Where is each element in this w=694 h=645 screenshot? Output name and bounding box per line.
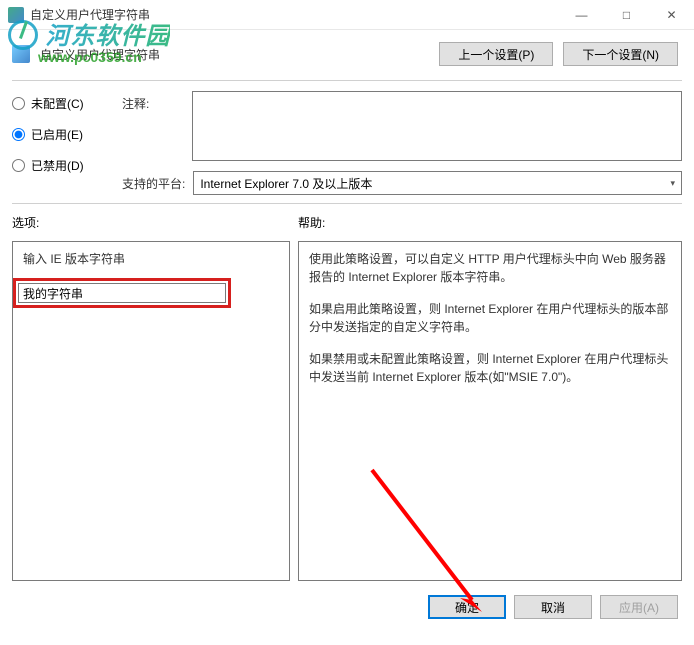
minimize-button[interactable]: — [559, 0, 604, 30]
app-icon [8, 7, 24, 23]
help-paragraph-1: 使用此策略设置，可以自定义 HTTP 用户代理标头中向 Web 服务器报告的 I… [309, 250, 671, 286]
platform-dropdown[interactable]: Internet Explorer 7.0 及以上版本 ▾ [193, 171, 682, 195]
radio-not-configured-input[interactable] [12, 97, 25, 110]
ok-button[interactable]: 确定 [428, 595, 506, 619]
help-paragraph-3: 如果禁用或未配置此策略设置，则 Internet Explorer 在用户代理标… [309, 350, 671, 386]
config-area: 未配置(C) 已启用(E) 已禁用(D) 注释: 支持的平台: Internet… [0, 81, 694, 203]
chevron-down-icon: ▾ [670, 178, 675, 189]
section-labels: 选项: 帮助: [0, 204, 694, 235]
options-panel: 输入 IE 版本字符串 [12, 241, 290, 581]
help-paragraph-2: 如果启用此策略设置，则 Internet Explorer 在用户代理标头的版本… [309, 300, 671, 336]
comment-textarea[interactable] [192, 91, 682, 161]
previous-setting-button[interactable]: 上一个设置(P) [439, 42, 553, 66]
radio-group: 未配置(C) 已启用(E) 已禁用(D) [12, 91, 104, 195]
cancel-button[interactable]: 取消 [514, 595, 592, 619]
close-button[interactable]: ✕ [649, 0, 694, 30]
header-row: 自定义用户代理字符串 上一个设置(P) 下一个设置(N) [0, 30, 694, 80]
maximize-button[interactable]: □ [604, 0, 649, 30]
radio-disabled-label: 已禁用(D) [31, 157, 84, 174]
comment-label: 注释: [122, 91, 184, 112]
highlighted-input-wrapper [13, 278, 231, 308]
ie-version-label: 输入 IE 版本字符串 [23, 250, 279, 268]
titlebar: 自定义用户代理字符串 — □ ✕ [0, 0, 694, 30]
radio-not-configured[interactable]: 未配置(C) [12, 95, 104, 112]
platform-row: 支持的平台: Internet Explorer 7.0 及以上版本 ▾ [122, 171, 682, 195]
policy-title: 自定义用户代理字符串 [40, 46, 429, 63]
radio-enabled-input[interactable] [12, 128, 25, 141]
platform-value: Internet Explorer 7.0 及以上版本 [200, 175, 372, 192]
radio-disabled[interactable]: 已禁用(D) [12, 157, 104, 174]
apply-button[interactable]: 应用(A) [600, 595, 678, 619]
panels-row: 输入 IE 版本字符串 使用此策略设置，可以自定义 HTTP 用户代理标头中向 … [0, 235, 694, 589]
help-panel: 使用此策略设置，可以自定义 HTTP 用户代理标头中向 Web 服务器报告的 I… [298, 241, 682, 581]
policy-icon [12, 45, 30, 63]
help-heading: 帮助: [298, 214, 325, 231]
platform-label: 支持的平台: [122, 171, 185, 192]
comment-row: 注释: [122, 91, 682, 161]
radio-enabled-label: 已启用(E) [31, 126, 83, 143]
next-setting-button[interactable]: 下一个设置(N) [563, 42, 678, 66]
radio-not-configured-label: 未配置(C) [31, 95, 84, 112]
radio-enabled[interactable]: 已启用(E) [12, 126, 104, 143]
dialog-buttons: 确定 取消 应用(A) [0, 589, 694, 631]
window-title: 自定义用户代理字符串 [30, 6, 559, 23]
ie-version-input[interactable] [18, 283, 226, 303]
radio-disabled-input[interactable] [12, 159, 25, 172]
fields-column: 注释: 支持的平台: Internet Explorer 7.0 及以上版本 ▾ [122, 91, 682, 195]
options-heading: 选项: [12, 214, 298, 231]
